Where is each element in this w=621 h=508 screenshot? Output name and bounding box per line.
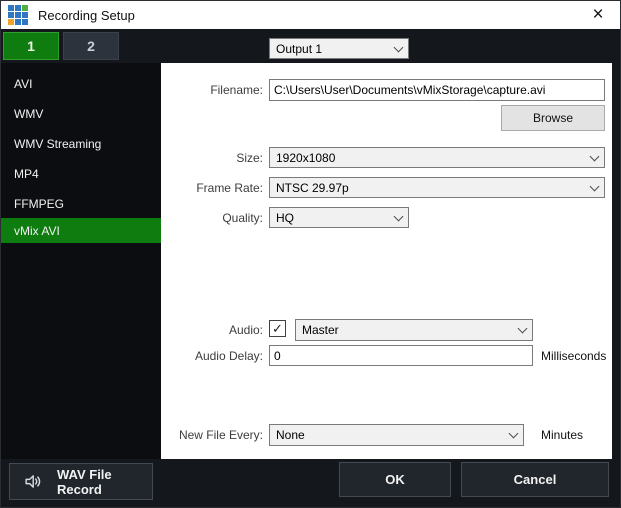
audio-checkbox[interactable]: ✓ bbox=[269, 320, 286, 337]
sidebar-item-avi[interactable]: AVI bbox=[1, 71, 161, 96]
tab-output-1[interactable]: 1 bbox=[3, 32, 59, 60]
filename-label: Filename: bbox=[210, 83, 263, 97]
sidebar-item-vmix-avi[interactable]: vMix AVI bbox=[1, 218, 161, 243]
sidebar-item-label: WMV Streaming bbox=[14, 136, 102, 151]
cancel-button[interactable]: Cancel bbox=[461, 462, 609, 497]
audio-source-select[interactable]: Master bbox=[295, 319, 533, 341]
size-select[interactable]: 1920x1080 bbox=[269, 147, 605, 168]
minutes-label: Minutes bbox=[541, 428, 584, 442]
wav-file-record-label: WAV File Record bbox=[57, 466, 112, 497]
sidebar-item-label: AVI bbox=[14, 76, 33, 91]
speaker-icon bbox=[24, 473, 41, 490]
new-file-every-select-value: None bbox=[276, 428, 305, 442]
output-select[interactable]: Output 1 bbox=[269, 38, 409, 59]
checkmark-icon: ✓ bbox=[272, 321, 283, 336]
new-file-every-select[interactable]: None bbox=[269, 424, 524, 446]
sidebar-item-wmv-streaming[interactable]: WMV Streaming bbox=[1, 131, 161, 156]
ok-button[interactable]: OK bbox=[339, 462, 451, 497]
frame-rate-label: Frame Rate: bbox=[196, 181, 263, 195]
tab-output-2[interactable]: 2 bbox=[63, 32, 119, 60]
chevron-down-icon bbox=[393, 42, 404, 52]
title-bar: Recording Setup × bbox=[1, 1, 620, 29]
frame-rate-select[interactable]: NTSC 29.97p bbox=[269, 177, 605, 198]
format-sidebar: AVI WMV WMV Streaming MP4 FFMPEG vMix AV… bbox=[1, 63, 161, 459]
milliseconds-label: Milliseconds bbox=[541, 349, 607, 363]
audio-delay-input[interactable] bbox=[269, 345, 533, 366]
sidebar-item-label: MP4 bbox=[14, 166, 39, 181]
chevron-down-icon bbox=[517, 323, 528, 334]
sidebar-item-label: vMix AVI bbox=[14, 223, 60, 238]
close-icon[interactable]: × bbox=[582, 1, 614, 29]
output-select-value: Output 1 bbox=[276, 41, 323, 56]
quality-select-value: HQ bbox=[276, 210, 294, 225]
size-label: Size: bbox=[236, 151, 263, 165]
recording-setup-dialog: Recording Setup × 1 2 Output 1 AVI WMV W… bbox=[0, 0, 621, 508]
window-title: Recording Setup bbox=[38, 7, 135, 23]
new-file-every-label: New File Every: bbox=[178, 428, 263, 442]
filename-input[interactable] bbox=[269, 79, 605, 101]
chevron-down-icon bbox=[589, 181, 600, 191]
frame-rate-select-value: NTSC 29.97p bbox=[276, 180, 349, 195]
sidebar-item-mp4[interactable]: MP4 bbox=[1, 161, 161, 186]
chevron-down-icon bbox=[589, 151, 600, 161]
audio-delay-label: Audio Delay: bbox=[194, 349, 263, 363]
size-select-value: 1920x1080 bbox=[276, 150, 336, 165]
sidebar-item-wmv[interactable]: WMV bbox=[1, 101, 161, 126]
audio-label: Audio: bbox=[228, 323, 263, 337]
browse-button[interactable]: Browse bbox=[501, 105, 605, 131]
sidebar-item-label: WMV bbox=[14, 106, 44, 121]
chevron-down-icon bbox=[508, 428, 519, 439]
sidebar-item-ffmpeg[interactable]: FFMPEG bbox=[1, 191, 161, 216]
wav-file-record-button[interactable]: WAV File Record bbox=[9, 463, 153, 500]
quality-select[interactable]: HQ bbox=[269, 207, 409, 228]
footer-bar: WAV File Record OK Cancel bbox=[1, 459, 620, 507]
chevron-down-icon bbox=[393, 211, 404, 221]
vmix-logo-icon bbox=[8, 5, 28, 25]
quality-label: Quality: bbox=[222, 211, 263, 225]
audio-source-select-value: Master bbox=[302, 323, 339, 337]
sidebar-item-label: FFMPEG bbox=[14, 196, 64, 211]
